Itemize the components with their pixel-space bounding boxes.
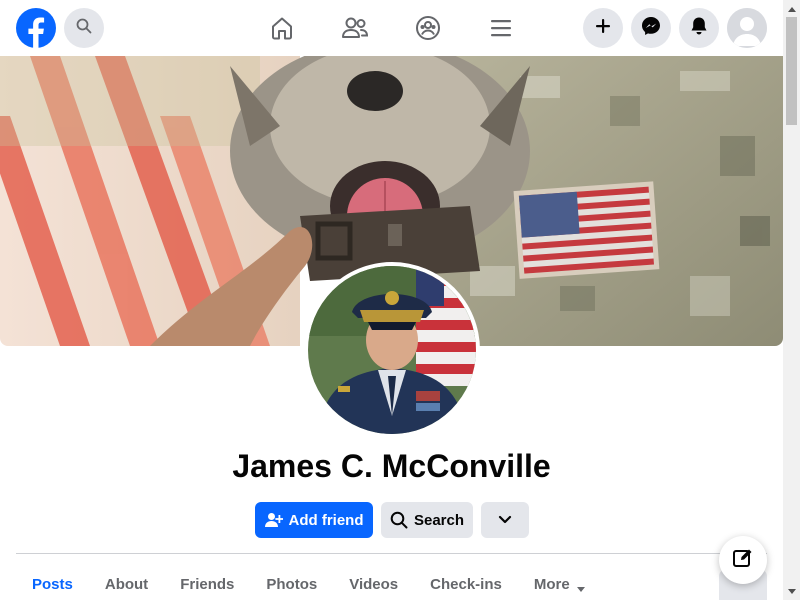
add-friend-button[interactable]: Add friend xyxy=(255,502,373,538)
search-profile-label: Search xyxy=(413,511,465,529)
facebook-logo-icon[interactable] xyxy=(16,8,56,48)
caret-down-icon xyxy=(576,581,586,598)
new-message-button[interactable] xyxy=(719,536,767,584)
tab-posts[interactable]: Posts xyxy=(16,562,89,600)
add-friend-label: Add friend xyxy=(288,511,364,529)
profile-picture-image xyxy=(308,266,476,434)
scroll-down-arrow-icon[interactable] xyxy=(783,583,800,600)
search-profile-button[interactable]: Search xyxy=(381,502,473,538)
top-navigation-bar xyxy=(0,0,783,56)
scrollbar-thumb[interactable] xyxy=(786,17,797,125)
account-avatar[interactable] xyxy=(727,8,767,48)
add-friend-icon xyxy=(264,512,283,528)
profile-picture[interactable] xyxy=(304,262,480,438)
search-button[interactable] xyxy=(64,8,104,48)
tab-more[interactable]: More xyxy=(518,562,602,600)
tabs-divider xyxy=(16,553,767,554)
messenger-button[interactable] xyxy=(631,8,671,48)
home-icon[interactable] xyxy=(268,14,296,42)
profile-actions: Add friend Search xyxy=(255,502,529,538)
profile-name: James C. McConville xyxy=(232,448,551,484)
tab-check-ins[interactable]: Check-ins xyxy=(414,562,518,600)
tab-more-label: More xyxy=(533,576,570,593)
search-icon xyxy=(76,18,92,39)
search-icon xyxy=(390,511,408,529)
default-avatar-icon xyxy=(727,8,767,48)
profile-tabs: Posts About Friends Photos Videos Check-… xyxy=(16,562,602,600)
profile-page: James C. McConville Add friend Search Po… xyxy=(0,0,800,600)
notifications-bell-icon xyxy=(689,16,709,41)
tab-photos[interactable]: Photos xyxy=(250,562,333,600)
friends-icon[interactable] xyxy=(341,14,369,42)
more-options-button[interactable] xyxy=(481,502,529,538)
messenger-icon xyxy=(641,16,661,41)
menu-icon[interactable] xyxy=(487,14,515,42)
notifications-button[interactable] xyxy=(679,8,719,48)
scroll-up-arrow-icon[interactable] xyxy=(783,0,800,17)
compose-icon xyxy=(732,547,754,574)
tab-videos[interactable]: Videos xyxy=(333,562,414,600)
groups-icon[interactable] xyxy=(414,14,442,42)
tab-friends[interactable]: Friends xyxy=(164,562,250,600)
chevron-down-icon xyxy=(498,512,512,529)
tab-about[interactable]: About xyxy=(89,562,164,600)
plus-icon xyxy=(594,17,612,40)
create-button[interactable] xyxy=(583,8,623,48)
